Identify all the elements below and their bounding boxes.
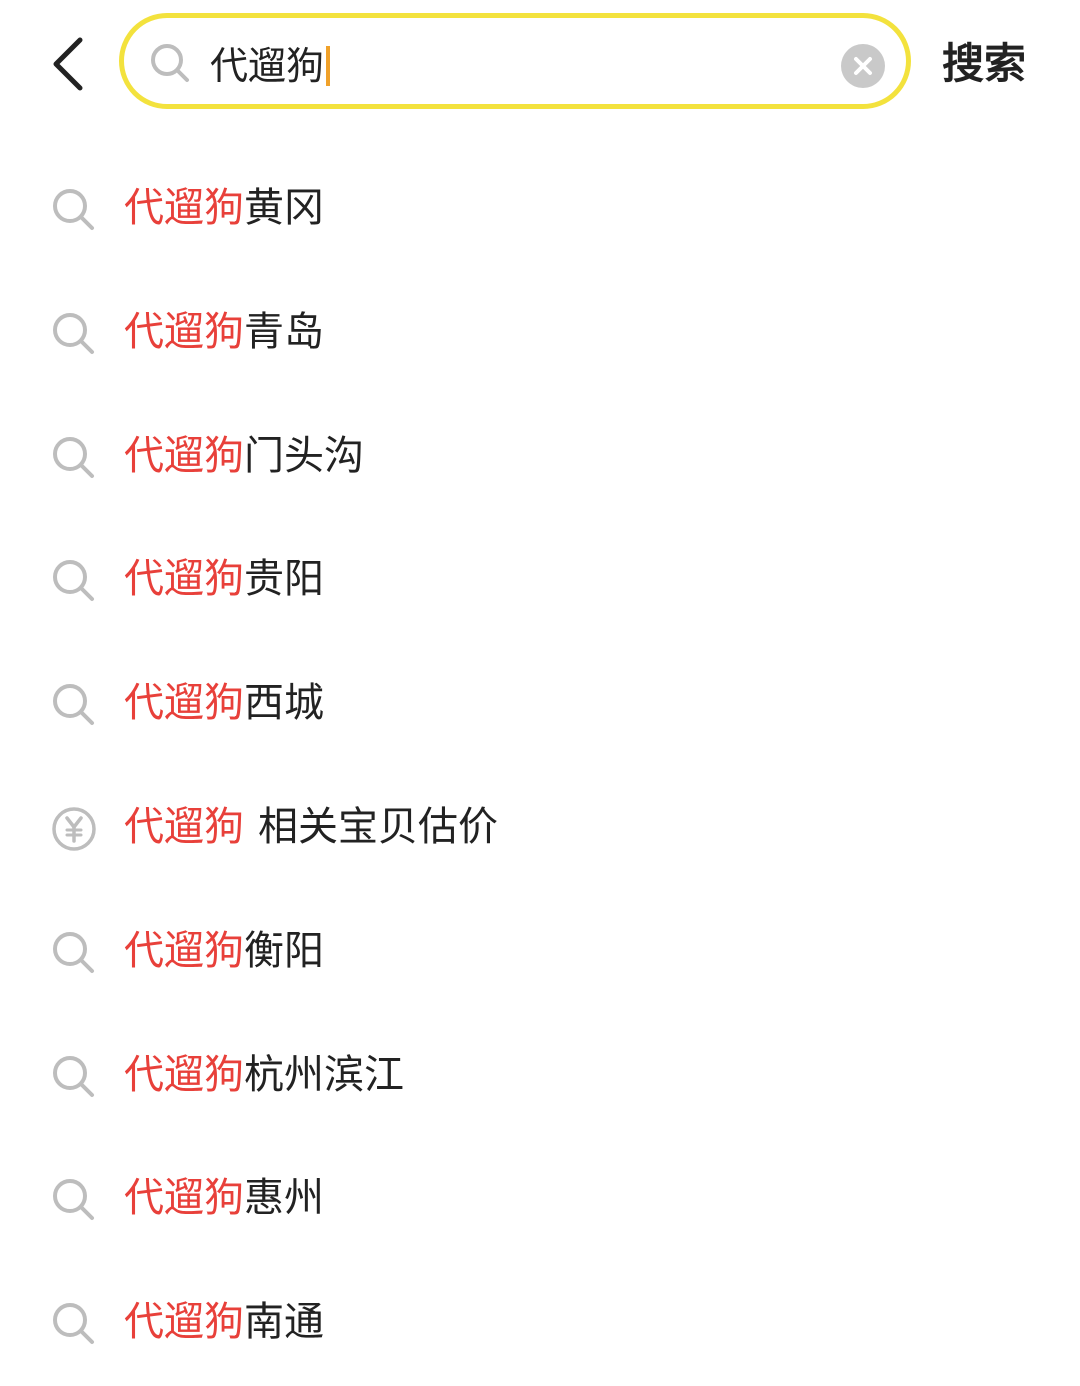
suggestion-list: 代遛狗黄冈 代遛狗青岛 代遛狗门头沟 代遛狗贵阳 代遛狗西城 代遛狗 相关宝贝估价 代遛狗衡阳… — [0, 148, 1080, 1386]
suggestion-item[interactable]: 代遛狗衡阳 — [0, 891, 1080, 1015]
suggestion-keyword: 代遛狗 — [124, 680, 244, 727]
suggestion-item[interactable]: 代遛狗南通 — [0, 1262, 1080, 1386]
suggestion-suffix: 门头沟 — [244, 432, 364, 479]
suggestion-text: 代遛狗衡阳 — [124, 921, 324, 981]
search-icon — [53, 1179, 94, 1221]
text-cursor — [326, 46, 330, 86]
suggestion-text: 代遛狗南通 — [124, 1292, 324, 1352]
suggestion-item[interactable]: 代遛狗门头沟 — [0, 396, 1080, 520]
search-box[interactable] — [119, 13, 911, 109]
search-icon — [53, 684, 94, 726]
suggestion-suffix: 惠州 — [244, 1175, 324, 1222]
suggestion-text: 代遛狗惠州 — [124, 1168, 324, 1228]
suggestion-item[interactable]: 代遛狗黄冈 — [0, 148, 1080, 272]
suggestion-suffix: 西城 — [244, 680, 324, 727]
suggestion-suffix: 相关宝贝估价 — [258, 803, 498, 850]
suggestion-keyword: 代遛狗 — [124, 1175, 244, 1222]
search-icon — [53, 1303, 94, 1345]
search-icon — [53, 436, 94, 478]
suggestion-item[interactable]: 代遛狗杭州滨江 — [0, 1015, 1080, 1139]
suggestion-item[interactable]: 代遛狗青岛 — [0, 272, 1080, 396]
suggestion-keyword: 代遛狗 — [124, 308, 244, 355]
search-icon — [53, 1055, 94, 1097]
suggestion-suffix: 贵阳 — [244, 556, 324, 603]
suggestion-suffix: 衡阳 — [244, 927, 324, 974]
suggestion-text: 代遛狗西城 — [124, 673, 324, 733]
suggestion-text: 代遛狗 相关宝贝估价 — [124, 797, 498, 857]
suggestion-item[interactable]: 代遛狗西城 — [0, 643, 1080, 767]
search-input[interactable] — [210, 36, 810, 88]
search-icon — [53, 189, 94, 230]
back-button[interactable] — [38, 28, 98, 98]
suggestion-text: 代遛狗贵阳 — [124, 549, 324, 609]
suggestion-text: 代遛狗黄冈 — [124, 178, 324, 238]
search-button[interactable]: 搜索 — [942, 34, 1026, 94]
suggestion-keyword: 代遛狗 — [124, 556, 244, 603]
suggestion-text: 代遛狗青岛 — [124, 302, 324, 362]
suggestion-keyword: 代遛狗 — [124, 185, 244, 231]
search-icon — [53, 560, 94, 602]
suggestion-suffix: 青岛 — [244, 308, 324, 355]
suggestion-text: 代遛狗杭州滨江 — [124, 1045, 404, 1105]
suggestion-keyword: 代遛狗 — [124, 432, 244, 479]
search-icon — [151, 44, 189, 82]
chevron-left-icon — [53, 37, 83, 91]
suggestion-keyword: 代遛狗 — [124, 1051, 244, 1098]
suggestion-suffix: 杭州滨江 — [244, 1051, 404, 1098]
yen-circle-icon — [52, 807, 96, 851]
suggestion-suffix: 黄冈 — [244, 185, 324, 231]
suggestion-keyword: 代遛狗 — [124, 927, 244, 974]
suggestion-item[interactable]: 代遛狗 相关宝贝估价 — [0, 767, 1080, 891]
search-icon — [53, 931, 94, 973]
clear-button[interactable] — [841, 44, 885, 88]
suggestion-keyword: 代遛狗 — [124, 803, 244, 850]
search-icon — [53, 312, 94, 354]
suggestion-item[interactable]: 代遛狗贵阳 — [0, 519, 1080, 643]
suggestion-keyword: 代遛狗 — [124, 1299, 244, 1346]
suggestion-suffix: 南通 — [244, 1299, 324, 1346]
search-header: 搜索 — [0, 0, 1080, 130]
close-icon — [854, 57, 872, 75]
suggestion-item[interactable]: 代遛狗惠州 — [0, 1138, 1080, 1262]
suggestion-text: 代遛狗门头沟 — [124, 426, 364, 486]
